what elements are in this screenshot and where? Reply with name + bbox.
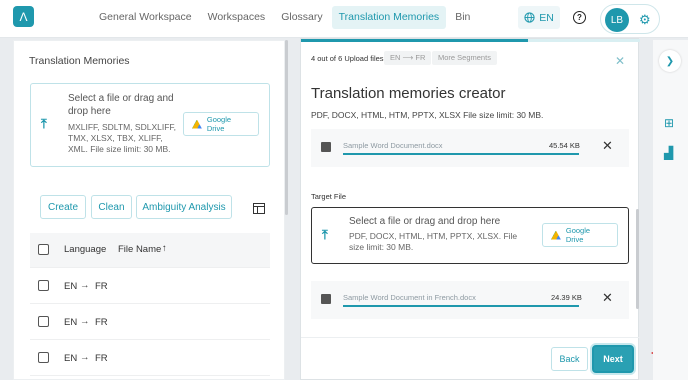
ambiguity-analysis-button[interactable]: Ambiguity Analysis	[136, 195, 232, 219]
sort-arrow-icon[interactable]: ↑	[162, 243, 167, 254]
step-indicator: 4 out of 6 Upload files	[311, 54, 384, 63]
target-file-name: Sample Word Document in French.docx	[343, 293, 476, 302]
google-drive-label: Google Drive	[565, 226, 591, 244]
row-checkbox[interactable]	[38, 352, 49, 363]
target-file-card: Sample Word Document in French.docx 24.3…	[311, 281, 629, 319]
google-drive-icon	[551, 230, 561, 240]
row-lang-from: EN	[64, 281, 78, 292]
chip-lang-to: FR	[415, 53, 426, 62]
next-button[interactable]: Next	[592, 345, 634, 373]
broom-icon[interactable]: ▟	[664, 146, 673, 160]
user-menu[interactable]: LB ⚙	[600, 4, 660, 34]
nav-workspaces[interactable]: Workspaces	[201, 6, 273, 29]
row-checkbox[interactable]	[38, 316, 49, 327]
language-selector[interactable]: EN	[518, 6, 560, 29]
upload-title: Select a file or drag and drop here	[68, 93, 174, 117]
table-row-divider	[30, 339, 270, 340]
arrow-right-icon: →	[80, 316, 90, 327]
main-nav: General Workspace Workspaces Glossary Tr…	[92, 6, 477, 29]
wizard-progress-bar	[301, 39, 640, 42]
remove-target-file-icon[interactable]: ✕	[602, 290, 613, 306]
language-label: EN	[539, 11, 554, 24]
arrow-right-icon: →	[80, 352, 90, 363]
remove-source-file-icon[interactable]: ✕	[602, 138, 613, 154]
upload-icon: ⤒	[322, 227, 328, 242]
modal-footer-divider	[301, 337, 640, 338]
long-arrow-icon: ⟶	[402, 53, 416, 62]
panel-title: Translation Memories	[29, 55, 130, 67]
target-upload-dropzone[interactable]: ⤒ Select a file or drag and drop here PD…	[311, 207, 629, 264]
table-header: Language File Name ↑	[30, 233, 270, 267]
google-drive-button[interactable]: Google Drive	[183, 112, 259, 136]
source-file-name: Sample Word Document.docx	[343, 141, 443, 150]
add-box-icon[interactable]: ⊞	[664, 116, 674, 130]
clean-button[interactable]: Clean	[91, 195, 132, 219]
table-row-divider	[30, 303, 270, 304]
row-lang-to: FR	[95, 281, 108, 292]
avatar[interactable]: LB	[605, 8, 629, 32]
google-drive-label: Google Drive	[206, 115, 232, 133]
tm-creator-modal: 4 out of 6 Upload files EN ⟶ FR More Seg…	[300, 38, 640, 380]
target-file-label: Target File	[311, 192, 347, 201]
nav-general-workspace[interactable]: General Workspace	[92, 6, 199, 29]
column-language[interactable]: Language	[64, 244, 106, 255]
google-drive-icon	[192, 119, 202, 129]
row-lang-from: EN	[64, 317, 78, 328]
nav-translation-memories[interactable]: Translation Memories	[331, 6, 447, 29]
google-drive-button[interactable]: Google Drive	[542, 223, 618, 247]
table-row-divider	[30, 375, 270, 376]
wizard-progress-fill	[301, 39, 529, 42]
top-bar: Λ General Workspace Workspaces Glossary …	[0, 0, 688, 38]
more-segments-chip[interactable]: More Segments	[432, 51, 497, 65]
column-file-name[interactable]: File Name	[118, 244, 161, 255]
chevron-right-icon[interactable]: ❯	[659, 50, 681, 72]
row-checkbox[interactable]	[38, 280, 49, 291]
image-icon	[321, 142, 331, 152]
modal-subtitle: PDF, DOCX, HTML, HTM, PPTX, XLSX File si…	[311, 110, 544, 120]
language-pair-chip: EN ⟶ FR	[384, 51, 432, 65]
source-file-size: 45.54 KB	[549, 141, 580, 150]
row-lang-to: FR	[95, 353, 108, 364]
nav-glossary[interactable]: Glossary	[274, 6, 329, 29]
target-upload-bar	[343, 305, 579, 307]
source-upload-bar	[343, 153, 579, 155]
image-icon	[321, 294, 331, 304]
chip-lang-from: EN	[390, 53, 401, 62]
panel-scrollbar[interactable]	[285, 40, 288, 215]
back-button[interactable]: Back	[551, 347, 588, 371]
target-upload-title: Select a file or drag and drop here	[349, 216, 501, 227]
table-row-divider	[30, 267, 270, 268]
row-lang-from: EN	[64, 353, 78, 364]
globe-icon	[524, 12, 535, 23]
arrow-right-icon: →	[80, 280, 90, 291]
modal-scrollbar[interactable]	[636, 209, 639, 309]
modal-title: Translation memories creator	[311, 85, 506, 102]
translation-memories-panel: Translation Memories ⤒ Select a file or …	[13, 40, 285, 380]
column-settings-button[interactable]	[246, 195, 272, 221]
tm-upload-dropzone[interactable]: ⤒ Select a file or drag and drop here MX…	[30, 83, 270, 167]
right-rail: ❯ ⊞ ▟	[653, 40, 688, 380]
columns-icon	[253, 202, 265, 214]
upload-icon: ⤒	[41, 116, 47, 131]
close-icon[interactable]: ✕	[615, 54, 625, 68]
select-all-checkbox[interactable]	[38, 244, 49, 255]
app-logo[interactable]: Λ	[13, 6, 34, 27]
help-icon[interactable]: ?	[573, 11, 586, 24]
nav-bin[interactable]: Bin	[448, 6, 477, 29]
target-file-size: 24.39 KB	[551, 293, 582, 302]
gear-icon[interactable]: ⚙	[639, 12, 651, 28]
create-button[interactable]: Create	[40, 195, 86, 219]
source-file-card: Sample Word Document.docx 45.54 KB ✕	[311, 129, 629, 167]
target-upload-file-types: PDF, DOCX, HTML, HTM, PPTX, XLSX. File s…	[349, 231, 518, 252]
row-lang-to: FR	[95, 317, 108, 328]
upload-file-types: MXLIFF, SDLTM, SDLXLIFF, TMX, XLSX, TBX,…	[68, 122, 177, 154]
